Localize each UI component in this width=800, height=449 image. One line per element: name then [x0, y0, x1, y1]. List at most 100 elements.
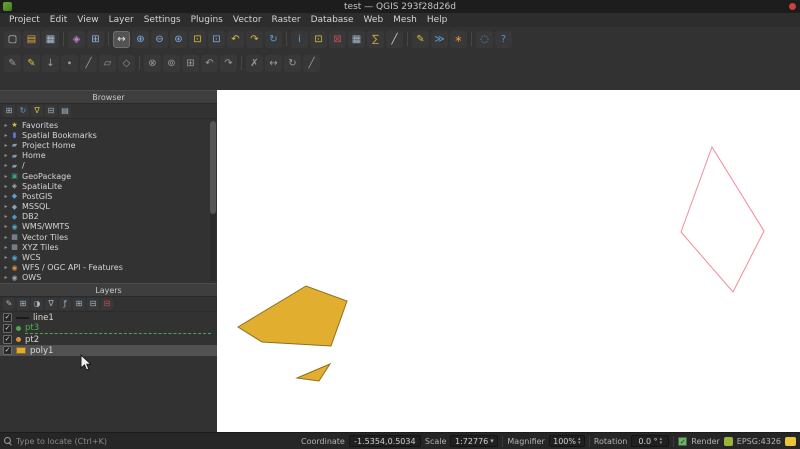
browser-item-mssql[interactable]: ▸ ◆ MSSQL [0, 202, 217, 212]
browser-item-wfs-ogc-api-features[interactable]: ▸ ◉ WFS / OGC API - Features [0, 263, 217, 273]
paste-features-icon[interactable]: ⊞ [182, 54, 199, 72]
browser-item-db2[interactable]: ▸ ◆ DB2 [0, 212, 217, 222]
expander-icon[interactable]: ▸ [2, 193, 10, 200]
expander-icon[interactable]: ▸ [2, 254, 10, 261]
filter-expression-icon[interactable]: ƒ [59, 298, 71, 310]
menu-mesh[interactable]: Mesh [388, 13, 422, 27]
menu-settings[interactable]: Settings [139, 13, 186, 27]
expander-icon[interactable]: ▸ [2, 183, 10, 190]
measure-line-icon[interactable]: ╱ [386, 30, 403, 48]
scale-combo[interactable]: 1:72776 ▾ [450, 435, 499, 447]
add-line-feature-icon[interactable]: ╱ [80, 54, 97, 72]
zoom-in-icon[interactable]: ⊕ [132, 30, 149, 48]
menu-layer[interactable]: Layer [104, 13, 139, 27]
toggle-editing-icon[interactable]: ✎ [23, 54, 40, 72]
pan-map-icon[interactable]: ↔ [113, 30, 130, 48]
zoom-last-icon[interactable]: ↶ [227, 30, 244, 48]
crs-label[interactable]: EPSG:4326 [737, 437, 781, 446]
map-canvas[interactable] [217, 90, 800, 432]
browser-item-vector-tiles[interactable]: ▸ ▦ Vector Tiles [0, 232, 217, 242]
rotate-feature-icon[interactable]: ↻ [284, 54, 301, 72]
undo-icon[interactable]: ↶ [201, 54, 218, 72]
browser-item-xyz-tiles[interactable]: ▸ ▦ XYZ Tiles [0, 242, 217, 252]
messages-icon[interactable] [785, 436, 796, 446]
browser-scrollbar[interactable] [210, 121, 216, 281]
browser-item-spatial-bookmarks[interactable]: ▸ ▮ Spatial Bookmarks [0, 130, 217, 140]
menu-edit[interactable]: Edit [45, 13, 72, 27]
expander-icon[interactable]: ▸ [2, 244, 10, 251]
menu-vector[interactable]: Vector [228, 13, 267, 27]
save-project-icon[interactable]: ▦ [42, 30, 59, 48]
spin-down-icon[interactable]: ▾ [578, 441, 581, 446]
select-features-icon[interactable]: ⊡ [310, 30, 327, 48]
window-close-button[interactable] [789, 3, 796, 10]
field-calculator-icon[interactable]: ∑ [367, 30, 384, 48]
menu-database[interactable]: Database [306, 13, 359, 27]
expander-icon[interactable]: ▸ [2, 234, 10, 241]
python-console-icon[interactable]: ≫ [431, 30, 448, 48]
layers-panel-header[interactable]: Layers [0, 283, 217, 297]
expander-icon[interactable]: ▸ [2, 274, 10, 281]
menu-plugins[interactable]: Plugins [186, 13, 228, 27]
browser-item-wcs[interactable]: ▸ ◉ WCS [0, 252, 217, 262]
add-polygon-feature-icon[interactable]: ▱ [99, 54, 116, 72]
crs-icon[interactable] [723, 436, 733, 446]
processing-toolbox-icon[interactable]: ∗ [450, 30, 467, 48]
layer-visibility-checkbox[interactable]: ✓ [3, 324, 12, 333]
expander-icon[interactable]: ▸ [2, 203, 10, 210]
copy-features-icon[interactable]: ⊚ [163, 54, 180, 72]
expander-icon[interactable]: ▸ [2, 132, 10, 139]
manage-themes-icon[interactable]: ◑ [31, 298, 43, 310]
data-source-manager-icon[interactable]: ⊞ [87, 30, 104, 48]
remove-layer-icon[interactable]: ⊟ [101, 298, 113, 310]
menu-web[interactable]: Web [359, 13, 389, 27]
zoom-next-icon[interactable]: ↷ [246, 30, 263, 48]
identify-features-icon[interactable]: i [291, 30, 308, 48]
layer-item-pt3[interactable]: ✓ pt3 [0, 323, 217, 334]
coordinate-input[interactable]: -1.5354,0.5034 [348, 435, 421, 447]
expander-icon[interactable]: ▸ [2, 213, 10, 220]
layer-visibility-checkbox[interactable]: ✓ [3, 335, 12, 344]
expander-icon[interactable]: ▸ [2, 142, 10, 149]
expander-icon[interactable]: ▸ [2, 162, 10, 169]
locate-bar[interactable] [4, 436, 154, 446]
browser-item-project-home[interactable]: ▸ ▰ Project Home [0, 140, 217, 150]
move-feature-icon[interactable]: ↔ [265, 54, 282, 72]
browser-item-home[interactable]: ▸ ▰ Home [0, 151, 217, 161]
menu-view[interactable]: View [72, 13, 103, 27]
render-checkbox[interactable]: ✓ [678, 436, 688, 446]
layer-visibility-checkbox[interactable]: ✓ [3, 346, 12, 355]
zoom-to-layer-icon[interactable]: ⊡ [208, 30, 225, 48]
save-layer-edits-icon[interactable]: ↓ [42, 54, 59, 72]
open-attribute-table-icon[interactable]: ▦ [348, 30, 365, 48]
browser-item-postgis[interactable]: ▸ ◆ PostGIS [0, 191, 217, 201]
delete-selected-icon[interactable]: ✗ [246, 54, 263, 72]
style-manager-icon[interactable]: ◈ [68, 30, 85, 48]
zoom-out-icon[interactable]: ⊖ [151, 30, 168, 48]
layer-item-pt2[interactable]: ✓ pt2 [0, 334, 217, 345]
new-annotation-icon[interactable]: ✎ [412, 30, 429, 48]
zoom-to-selection-icon[interactable]: ⊡ [189, 30, 206, 48]
browser-item-ows[interactable]: ▸ ◉ OWS [0, 273, 217, 282]
new-project-icon[interactable]: ▢ [4, 30, 21, 48]
title-bar[interactable]: test — QGIS 293f28d26d [0, 0, 800, 13]
browser-filter-icon[interactable]: ∇ [31, 105, 43, 117]
expander-icon[interactable]: ▸ [2, 152, 10, 159]
add-point-feature-icon[interactable]: ∙ [61, 54, 78, 72]
redo-icon[interactable]: ↷ [220, 54, 237, 72]
help-contents-icon[interactable]: ? [495, 30, 512, 48]
layer-item-line1[interactable]: ✓ line1 [0, 312, 217, 323]
collapse-all-icon[interactable]: ⊟ [87, 298, 99, 310]
magnifier-spinbox[interactable]: 100% ▴ ▾ [548, 435, 585, 447]
split-features-icon[interactable]: ╱ [303, 54, 320, 72]
expander-icon[interactable]: ▸ [2, 122, 10, 129]
expander-icon[interactable]: ▸ [2, 264, 10, 271]
browser-properties-icon[interactable]: ▤ [59, 105, 71, 117]
expander-icon[interactable]: ▸ [2, 223, 10, 230]
menu-raster[interactable]: Raster [267, 13, 306, 27]
expand-all-icon[interactable]: ⊞ [73, 298, 85, 310]
refresh-map-icon[interactable]: ↻ [265, 30, 282, 48]
browser-scrollbar-handle[interactable] [210, 121, 216, 214]
layer-item-poly1[interactable]: ✓ poly1 [0, 345, 217, 356]
browser-refresh-icon[interactable]: ↻ [17, 105, 29, 117]
